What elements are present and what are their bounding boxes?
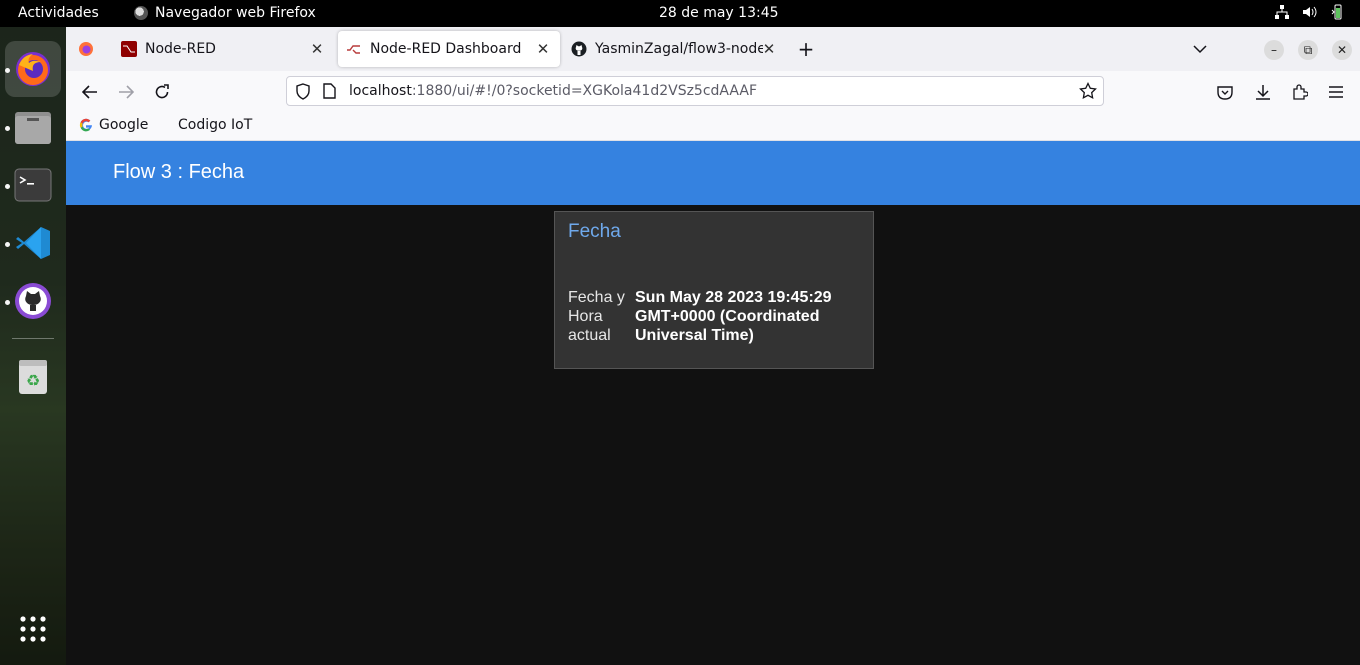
page-icon[interactable] bbox=[323, 83, 336, 103]
tab-close-button[interactable]: ✕ bbox=[534, 40, 552, 58]
tab-node-red[interactable]: Node-RED ✕ bbox=[112, 31, 334, 67]
network-icon[interactable] bbox=[1274, 4, 1290, 20]
extensions-button[interactable] bbox=[1287, 79, 1313, 105]
reload-icon bbox=[155, 84, 169, 99]
tab-label: Node-RED bbox=[145, 41, 216, 57]
firefox-window: Node-RED ✕ Node-RED Dashboard ✕ YasminZa… bbox=[66, 27, 1360, 665]
restore-button[interactable]: ⧉ bbox=[1298, 40, 1318, 60]
app-grid-icon bbox=[20, 616, 46, 642]
vscode-icon bbox=[16, 227, 50, 259]
node-red-icon bbox=[121, 41, 137, 57]
tab-bar: Node-RED ✕ Node-RED Dashboard ✕ YasminZa… bbox=[66, 27, 1360, 71]
bookmarks-toolbar: Google Codigo IoT bbox=[66, 112, 1360, 141]
url-text[interactable]: localhost:1880/ui/#!/0?socketid=XGKola41… bbox=[349, 83, 757, 99]
list-all-tabs-button[interactable] bbox=[1187, 36, 1213, 62]
dock-files[interactable] bbox=[5, 99, 61, 155]
dock-terminal[interactable] bbox=[5, 157, 61, 213]
tab-node-red-dashboard[interactable]: Node-RED Dashboard ✕ bbox=[338, 31, 560, 67]
pocket-icon bbox=[1217, 85, 1233, 100]
puzzle-icon bbox=[1293, 84, 1308, 100]
firefox-view-button[interactable] bbox=[73, 36, 99, 62]
github-desktop-icon bbox=[15, 283, 51, 319]
app-menu[interactable]: Navegador web Firefox bbox=[134, 5, 316, 21]
chevron-down-icon bbox=[1193, 45, 1207, 54]
system-tray[interactable] bbox=[1274, 4, 1346, 20]
dock-firefox[interactable] bbox=[5, 41, 61, 97]
running-indicator bbox=[5, 126, 10, 131]
files-icon bbox=[15, 112, 51, 144]
svg-text:♻: ♻ bbox=[26, 371, 40, 390]
running-indicator bbox=[5, 300, 10, 305]
arrow-right-icon bbox=[119, 85, 134, 99]
running-indicator bbox=[5, 68, 10, 73]
dock-separator bbox=[12, 338, 54, 339]
downloads-button[interactable] bbox=[1250, 79, 1276, 105]
text-widget-value: Sun May 28 2023 19:45:29 GMT+0000 (Coord… bbox=[635, 289, 832, 344]
address-bar[interactable]: localhost:1880/ui/#!/0?socketid=XGKola41… bbox=[286, 76, 1104, 106]
dock: ♻ bbox=[0, 27, 66, 665]
clock[interactable]: 28 de may 13:45 bbox=[659, 5, 779, 21]
dock-github-desktop[interactable] bbox=[5, 273, 61, 329]
node-red-dashboard-icon bbox=[347, 45, 360, 54]
close-window-button[interactable]: ✕ bbox=[1332, 40, 1352, 60]
download-icon bbox=[1256, 85, 1270, 100]
terminal-icon bbox=[14, 168, 52, 202]
url-path: :1880/ui/#!/0?socketid=XGKola41d2VSz5cdA… bbox=[411, 83, 757, 99]
pocket-button[interactable] bbox=[1212, 79, 1238, 105]
navigation-toolbar: localhost:1880/ui/#!/0?socketid=XGKola41… bbox=[66, 71, 1360, 112]
app-menu-button[interactable] bbox=[1323, 79, 1349, 105]
tab-label: YasminZagal/flow3-node bbox=[595, 41, 763, 57]
hamburger-menu-icon bbox=[1329, 86, 1343, 98]
page-title: Flow 3 : Fecha bbox=[113, 161, 245, 183]
page-content: Flow 3 : Fecha Fecha Fecha y Hora actual… bbox=[66, 141, 1360, 665]
shield-icon[interactable] bbox=[295, 83, 311, 104]
dock-trash[interactable]: ♻ bbox=[5, 348, 61, 404]
date-card: Fecha Fecha y Hora actual Sun May 28 202… bbox=[554, 211, 874, 369]
google-icon bbox=[79, 118, 92, 132]
dock-vscode[interactable] bbox=[5, 215, 61, 271]
app-menu-label: Navegador web Firefox bbox=[155, 5, 316, 21]
bookmark-codigo-iot[interactable]: Codigo IoT bbox=[178, 117, 252, 133]
minimize-button[interactable]: – bbox=[1264, 40, 1284, 60]
url-host: localhost bbox=[349, 83, 412, 99]
system-top-bar: Actividades Navegador web Firefox 28 de … bbox=[0, 0, 1360, 27]
back-button[interactable] bbox=[77, 79, 103, 105]
text-widget-label: Fecha y Hora actual bbox=[568, 289, 625, 344]
forward-button[interactable] bbox=[113, 79, 139, 105]
reload-button[interactable] bbox=[149, 79, 175, 105]
firefox-app-icon bbox=[134, 6, 148, 20]
github-icon bbox=[571, 41, 587, 57]
new-tab-button[interactable]: + bbox=[793, 36, 819, 62]
firefox-icon bbox=[16, 52, 50, 86]
bookmark-label: Codigo IoT bbox=[178, 117, 253, 133]
volume-icon[interactable] bbox=[1302, 4, 1318, 20]
card-title: Fecha bbox=[568, 221, 621, 242]
bookmark-star-icon[interactable] bbox=[1079, 81, 1097, 104]
firefox-view-icon bbox=[79, 42, 93, 56]
arrow-left-icon bbox=[82, 85, 97, 99]
trash-icon: ♻ bbox=[19, 360, 47, 394]
tab-label: Node-RED Dashboard bbox=[370, 41, 522, 57]
bookmark-google[interactable]: Google bbox=[79, 117, 148, 133]
tab-close-button[interactable]: ✕ bbox=[308, 40, 326, 58]
activities-button[interactable]: Actividades bbox=[18, 5, 99, 21]
bookmark-label: Google bbox=[99, 117, 149, 133]
tab-close-button[interactable]: ✕ bbox=[760, 40, 778, 58]
dock-show-apps[interactable] bbox=[5, 601, 61, 657]
running-indicator bbox=[5, 242, 10, 247]
running-indicator bbox=[5, 184, 10, 189]
dashboard-toolbar: Flow 3 : Fecha bbox=[66, 141, 1360, 205]
tab-github[interactable]: YasminZagal/flow3-node ✕ bbox=[564, 31, 786, 67]
plus-icon: + bbox=[797, 37, 815, 61]
battery-icon[interactable] bbox=[1330, 4, 1346, 20]
